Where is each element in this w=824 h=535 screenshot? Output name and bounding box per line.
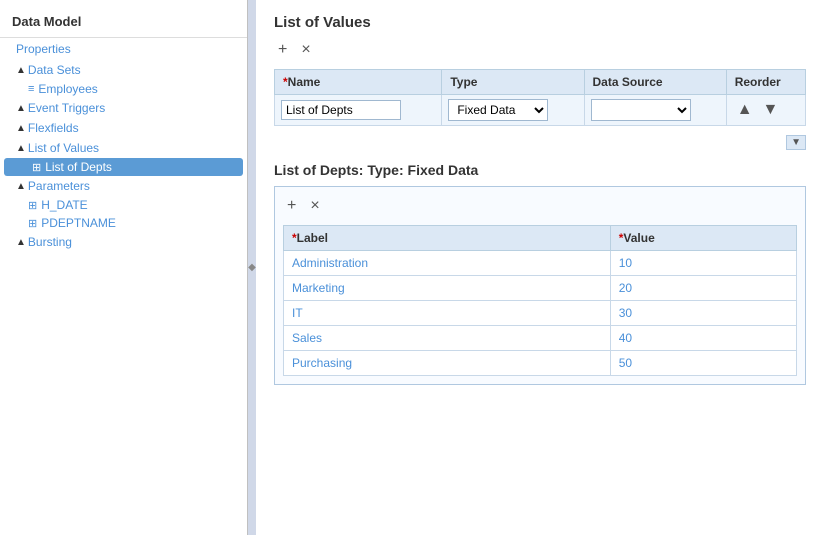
sidebar-item-data-sets[interactable]: ▲ Data Sets <box>0 60 247 80</box>
remove-lov-button[interactable]: × <box>297 39 314 61</box>
lov-table: *Name Type Data Source Reorder Fixed Dat… <box>274 69 806 126</box>
lov-name-input[interactable] <box>281 100 401 120</box>
sidebar-title: Data Model <box>0 8 247 38</box>
sidebar-item-label: List of Depts <box>45 160 112 174</box>
resize-handle[interactable]: ◆ <box>248 0 256 535</box>
fixed-data-box: + × *Label *Value Administration 10 Mark… <box>274 186 806 385</box>
lov-icon: ⊞ <box>32 161 41 174</box>
sidebar-item-parameters[interactable]: ▲ Parameters <box>0 176 247 196</box>
sidebar-item-label: Employees <box>38 82 97 96</box>
col-name: *Name <box>275 70 442 95</box>
sidebar-item-label: H_DATE <box>41 198 87 212</box>
sidebar-item-label: Event Triggers <box>28 101 105 115</box>
sidebar-item-employees[interactable]: ≡ Employees <box>0 80 247 98</box>
lov-toolbar: + × <box>274 39 806 61</box>
main-content: List of Values + × *Name Type Data Sourc… <box>256 0 824 535</box>
dataset-icon: ≡ <box>28 83 34 95</box>
fixed-data-table: *Label *Value Administration 10 Marketin… <box>283 225 797 376</box>
arrow-icon: ▲ <box>16 65 26 76</box>
fixed-data-row: Sales 40 <box>284 326 797 351</box>
fixed-data-row: Marketing 20 <box>284 276 797 301</box>
col-reorder: Reorder <box>726 70 805 95</box>
lov-type-cell: Fixed Data SQL Query LDAP <box>442 95 584 126</box>
sidebar-item-list-of-depts[interactable]: ⊞ List of Depts <box>4 158 243 176</box>
sidebar-item-list-of-values[interactable]: ▲ List of Values <box>0 138 247 158</box>
sidebar-item-label: Parameters <box>28 179 90 193</box>
sidebar-item-label: Bursting <box>28 235 72 249</box>
fixed-data-value: 10 <box>610 251 796 276</box>
fixed-data-label: Sales <box>284 326 611 351</box>
sidebar-item-event-triggers[interactable]: ▲ Event Triggers <box>0 98 247 118</box>
param-icon: ⊞ <box>28 217 37 230</box>
lov-name-cell <box>275 95 442 126</box>
fixed-data-value: 30 <box>610 301 796 326</box>
lov-datasource-cell <box>584 95 726 126</box>
param-icon: ⊞ <box>28 199 37 212</box>
sidebar-item-label: PDEPTNAME <box>41 216 116 230</box>
add-fixed-data-button[interactable]: + <box>283 195 300 217</box>
col-datasource: Data Source <box>584 70 726 95</box>
scroll-down-button[interactable]: ▼ <box>786 135 806 150</box>
fixed-data-row: Administration 10 <box>284 251 797 276</box>
fixed-data-label: IT <box>284 301 611 326</box>
sidebar-item-label: Data Sets <box>28 63 81 77</box>
fixed-data-title: List of Depts: Type: Fixed Data <box>274 162 806 178</box>
fixed-data-label: Administration <box>284 251 611 276</box>
arrow-icon: ▲ <box>16 103 26 114</box>
lov-section-title: List of Values <box>274 14 806 31</box>
arrow-icon: ▲ <box>16 143 26 154</box>
fixed-data-row: Purchasing 50 <box>284 351 797 376</box>
sidebar-item-bursting[interactable]: ▲ Bursting <box>0 232 247 252</box>
add-lov-button[interactable]: + <box>274 39 291 61</box>
sidebar-item-pdeptname[interactable]: ⊞ PDEPTNAME <box>0 214 247 232</box>
lov-datasource-select[interactable] <box>591 99 691 121</box>
fixed-data-section: List of Depts: Type: Fixed Data + × *Lab… <box>274 162 806 385</box>
arrow-icon: ▲ <box>16 181 26 192</box>
sidebar-item-flexfields[interactable]: ▲ Flexfields <box>0 118 247 138</box>
sidebar-item-h-date[interactable]: ⊞ H_DATE <box>0 196 247 214</box>
arrow-icon: ▲ <box>16 123 26 134</box>
remove-fixed-data-button[interactable]: × <box>306 195 323 217</box>
sidebar-properties[interactable]: Properties <box>0 38 247 60</box>
fixed-data-row: IT 30 <box>284 301 797 326</box>
reorder-up-button[interactable]: ▲ <box>733 99 757 121</box>
fixed-data-value: 50 <box>610 351 796 376</box>
sidebar-item-label: List of Values <box>28 141 99 155</box>
lov-reorder-cell: ▲ ▼ <box>726 95 805 126</box>
reorder-down-button[interactable]: ▼ <box>759 99 783 121</box>
sidebar-item-label: Flexfields <box>28 121 79 135</box>
fixed-data-label: Purchasing <box>284 351 611 376</box>
lov-type-select[interactable]: Fixed Data SQL Query LDAP <box>448 99 548 121</box>
col-label: *Label <box>284 226 611 251</box>
fixed-data-value: 40 <box>610 326 796 351</box>
arrow-icon: ▲ <box>16 237 26 248</box>
fixed-data-label: Marketing <box>284 276 611 301</box>
table-row: Fixed Data SQL Query LDAP ▲ ▼ <box>275 95 806 126</box>
fixed-data-toolbar: + × <box>283 195 797 217</box>
sidebar: Data Model Properties ▲ Data Sets ≡ Empl… <box>0 0 248 535</box>
col-value: *Value <box>610 226 796 251</box>
fixed-data-value: 20 <box>610 276 796 301</box>
col-type: Type <box>442 70 584 95</box>
